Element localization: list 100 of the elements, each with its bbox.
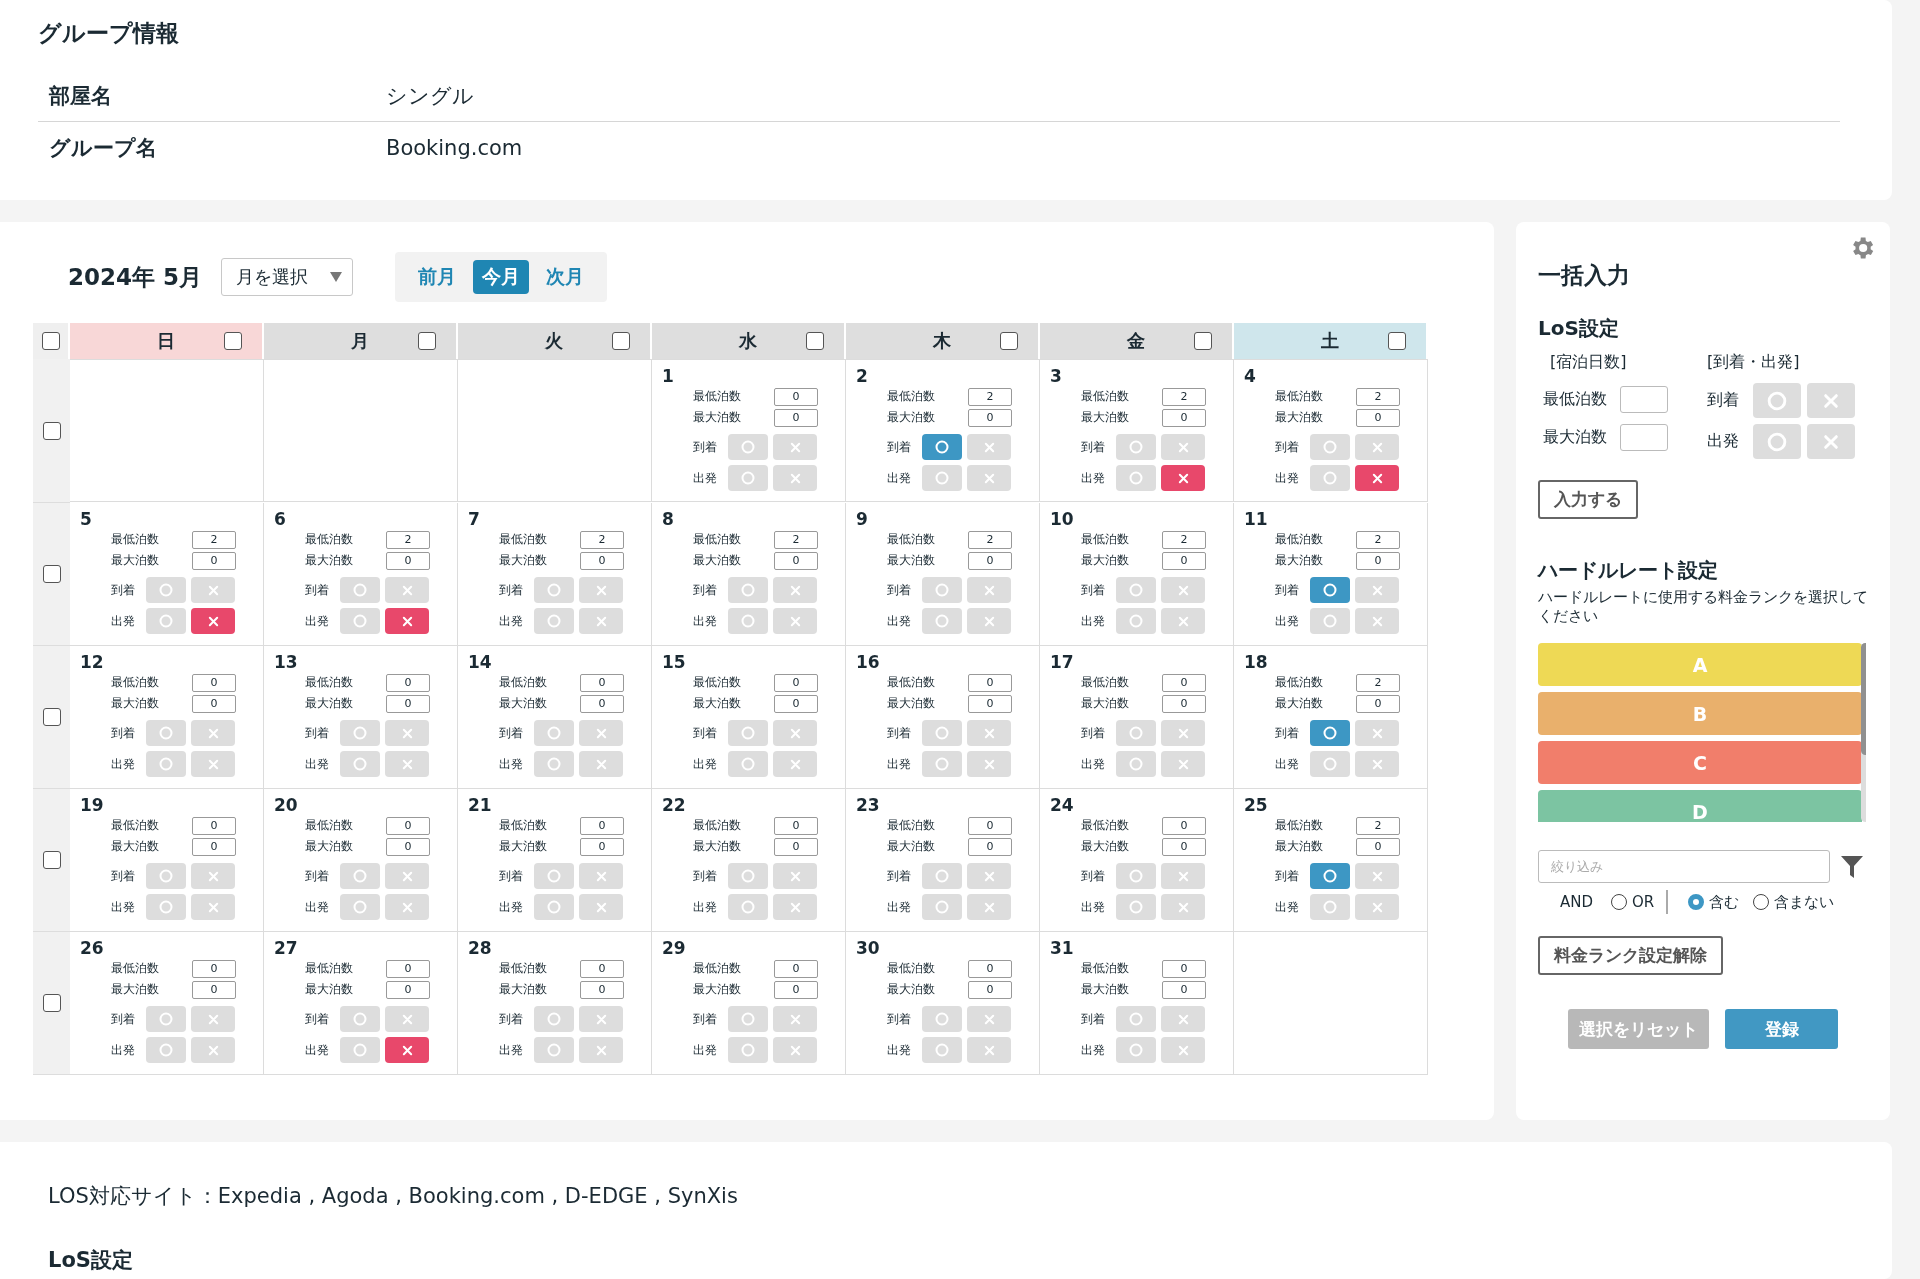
checkbox[interactable] — [42, 565, 61, 583]
deny-toggle[interactable] — [191, 894, 235, 920]
deny-toggle[interactable] — [967, 577, 1011, 603]
deny-toggle[interactable] — [1355, 894, 1399, 920]
filter-field[interactable]: 絞り込み — [1538, 850, 1830, 883]
allow-toggle[interactable] — [728, 434, 768, 460]
checkbox[interactable] — [42, 421, 61, 440]
allow-toggle[interactable] — [146, 751, 186, 777]
max-stay-field[interactable]: 0 — [1356, 408, 1400, 427]
max-stay-field[interactable]: 0 — [1162, 694, 1206, 713]
max-stay-field[interactable]: 0 — [1356, 551, 1400, 570]
deny-toggle[interactable] — [1161, 465, 1205, 491]
checkbox[interactable] — [612, 332, 630, 350]
min-stay-field[interactable]: 0 — [192, 673, 236, 692]
deny-toggle[interactable] — [773, 720, 817, 746]
allow-toggle[interactable] — [534, 894, 574, 920]
allow-toggle[interactable] — [1116, 608, 1156, 634]
deny-toggle[interactable] — [579, 1006, 623, 1032]
max-stay-field[interactable]: 0 — [386, 980, 430, 999]
deny-toggle[interactable] — [967, 894, 1011, 920]
allow-toggle[interactable] — [1752, 424, 1801, 459]
deny-toggle[interactable] — [385, 1037, 429, 1063]
month-nav-button[interactable]: 今月 — [473, 260, 529, 294]
deny-toggle[interactable] — [191, 751, 235, 777]
deny-toggle[interactable] — [967, 863, 1011, 889]
allow-toggle[interactable] — [146, 863, 186, 889]
month-nav-button[interactable]: 次月 — [537, 260, 593, 294]
allow-toggle[interactable] — [146, 1037, 186, 1063]
allow-toggle[interactable] — [1116, 465, 1156, 491]
allow-toggle[interactable] — [1116, 863, 1156, 889]
allow-toggle[interactable] — [534, 751, 574, 777]
max-stay-field[interactable]: 0 — [1356, 694, 1400, 713]
allow-toggle[interactable] — [340, 863, 380, 889]
max-stay-field[interactable] — [1620, 423, 1668, 451]
checkbox[interactable] — [224, 332, 242, 350]
deny-toggle[interactable] — [579, 863, 623, 889]
min-stay-field[interactable] — [1620, 385, 1668, 413]
deny-toggle[interactable] — [1161, 720, 1205, 746]
allow-toggle[interactable] — [922, 1037, 962, 1063]
deny-toggle[interactable] — [385, 720, 429, 746]
deny-toggle[interactable] — [1355, 863, 1399, 889]
allow-toggle[interactable] — [1116, 1006, 1156, 1032]
max-stay-field[interactable]: 0 — [580, 980, 624, 999]
min-stay-field[interactable]: 0 — [580, 673, 624, 692]
allow-toggle[interactable] — [146, 1006, 186, 1032]
max-stay-field[interactable]: 0 — [968, 837, 1012, 856]
allow-toggle[interactable] — [146, 608, 186, 634]
deny-toggle[interactable] — [967, 434, 1011, 460]
deny-toggle[interactable] — [1355, 434, 1399, 460]
deny-toggle[interactable] — [191, 1006, 235, 1032]
deny-toggle[interactable] — [1355, 577, 1399, 603]
min-stay-field[interactable]: 2 — [774, 530, 818, 549]
allow-toggle[interactable] — [340, 577, 380, 603]
allow-toggle[interactable] — [728, 577, 768, 603]
allow-toggle[interactable] — [922, 608, 962, 634]
min-stay-field[interactable]: 2 — [968, 387, 1012, 406]
allow-toggle[interactable] — [1310, 863, 1350, 889]
allow-toggle[interactable] — [534, 1006, 574, 1032]
allow-toggle[interactable] — [728, 720, 768, 746]
deny-toggle[interactable] — [579, 608, 623, 634]
deny-toggle[interactable] — [191, 863, 235, 889]
allow-toggle[interactable] — [1310, 434, 1350, 460]
min-stay-field[interactable]: 0 — [1162, 959, 1206, 978]
deny-toggle[interactable] — [773, 434, 817, 460]
max-stay-field[interactable]: 0 — [774, 980, 818, 999]
max-stay-field[interactable]: 0 — [386, 694, 430, 713]
max-stay-field[interactable]: 0 — [192, 551, 236, 570]
allow-toggle[interactable] — [1752, 383, 1801, 418]
allow-toggle[interactable] — [728, 1006, 768, 1032]
deny-toggle[interactable] — [191, 1037, 235, 1063]
min-stay-field[interactable]: 0 — [580, 816, 624, 835]
deny-toggle[interactable] — [773, 1006, 817, 1032]
allow-toggle[interactable] — [728, 608, 768, 634]
min-stay-field[interactable]: 0 — [580, 959, 624, 978]
allow-toggle[interactable] — [534, 1037, 574, 1063]
allow-toggle[interactable] — [922, 465, 962, 491]
max-stay-field[interactable]: 0 — [580, 837, 624, 856]
deny-toggle[interactable] — [1806, 424, 1855, 459]
allow-toggle[interactable] — [1116, 720, 1156, 746]
month-nav-button[interactable]: 前月 — [409, 260, 465, 294]
allow-toggle[interactable] — [146, 720, 186, 746]
allow-toggle[interactable] — [728, 465, 768, 491]
deny-toggle[interactable] — [1161, 577, 1205, 603]
radio-option[interactable]: 含まない — [1753, 892, 1835, 912]
clear-rank-button[interactable]: 料金ランク設定解除 — [1538, 936, 1723, 975]
min-stay-field[interactable]: 0 — [192, 959, 236, 978]
deny-toggle[interactable] — [1355, 608, 1399, 634]
deny-toggle[interactable] — [1161, 1037, 1205, 1063]
deny-toggle[interactable] — [1161, 434, 1205, 460]
allow-toggle[interactable] — [534, 863, 574, 889]
checkbox[interactable] — [41, 332, 60, 350]
checkbox[interactable] — [42, 994, 61, 1012]
deny-toggle[interactable] — [967, 465, 1011, 491]
deny-toggle[interactable] — [385, 751, 429, 777]
allow-toggle[interactable] — [1116, 751, 1156, 777]
month-dropdown[interactable]: 月を選択 — [221, 258, 353, 296]
deny-toggle[interactable] — [385, 863, 429, 889]
max-stay-field[interactable]: 0 — [1356, 837, 1400, 856]
max-stay-field[interactable]: 0 — [580, 551, 624, 570]
allow-toggle[interactable] — [1310, 608, 1350, 634]
